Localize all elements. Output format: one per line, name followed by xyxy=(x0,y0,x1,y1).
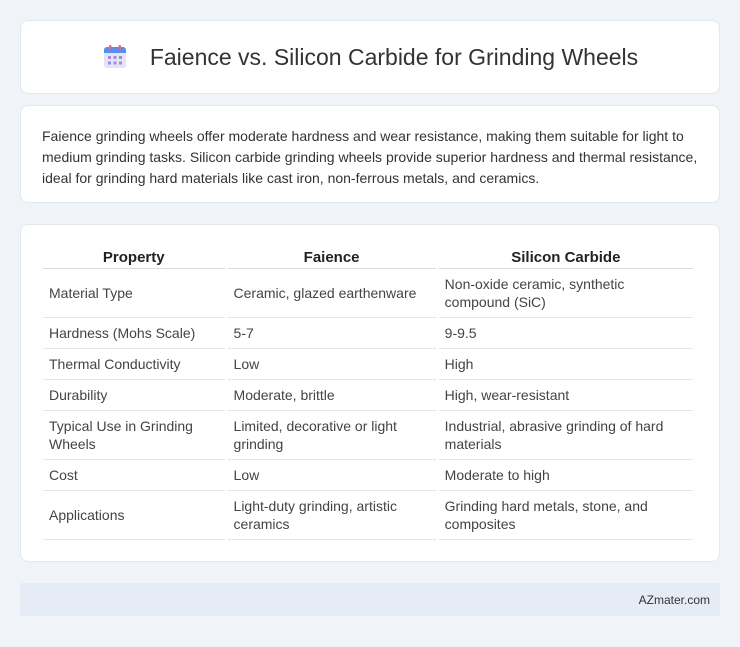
table-cell: Grinding hard metals, stone, and composi… xyxy=(438,491,693,540)
table-cell: Durability xyxy=(43,380,225,411)
header-property: Property xyxy=(43,245,225,269)
table-cell: Material Type xyxy=(43,269,225,318)
page-title: Faience vs. Silicon Carbide for Grinding… xyxy=(149,43,639,70)
table-cell: Applications xyxy=(43,491,225,540)
table-cell: Industrial, abrasive grinding of hard ma… xyxy=(438,411,693,460)
table-row: Thermal Conductivity Low High xyxy=(43,349,693,380)
table-cell: Thermal Conductivity xyxy=(43,349,225,380)
table-cell: Moderate to high xyxy=(438,460,693,491)
table-cell: Hardness (Mohs Scale) xyxy=(43,318,225,349)
table-row: Cost Low Moderate to high xyxy=(43,460,693,491)
table-cell: Ceramic, glazed earthenware xyxy=(227,269,436,318)
comparison-table: Property Faience Silicon Carbide Materia… xyxy=(40,245,696,540)
footer-site-label: AZmater.com xyxy=(638,592,710,607)
table-row: Hardness (Mohs Scale) 5-7 9-9.5 xyxy=(43,318,693,349)
table-header-row: Property Faience Silicon Carbide xyxy=(43,245,693,269)
summary-text: Faience grinding wheels offer moderate h… xyxy=(42,128,698,186)
header-silicon-carbide: Silicon Carbide xyxy=(438,245,693,269)
table-row: Applications Light-duty grinding, artist… xyxy=(43,491,693,540)
table-row: Material Type Ceramic, glazed earthenwar… xyxy=(43,269,693,318)
table-row: Durability Moderate, brittle High, wear-… xyxy=(43,380,693,411)
table-cell: Low xyxy=(227,460,436,491)
table-cell: Light-duty grinding, artistic ceramics xyxy=(227,491,436,540)
table-cell: High, wear-resistant xyxy=(438,380,693,411)
summary-card: Faience grinding wheels offer moderate h… xyxy=(20,105,720,203)
title-wrap: Faience vs. Silicon Carbide for Grinding… xyxy=(102,44,638,71)
table-cell: 5-7 xyxy=(227,318,436,349)
table-cell: Non-oxide ceramic, synthetic compound (S… xyxy=(438,269,693,318)
header-faience: Faience xyxy=(227,245,436,269)
table-cell: Typical Use in Grinding Wheels xyxy=(43,411,225,460)
table-card: Property Faience Silicon Carbide Materia… xyxy=(20,224,720,562)
table-cell: Moderate, brittle xyxy=(227,380,436,411)
table-cell: High xyxy=(438,349,693,380)
title-card: Faience vs. Silicon Carbide for Grinding… xyxy=(20,20,720,94)
table-cell: Limited, decorative or light grinding xyxy=(227,411,436,460)
table-cell: 9-9.5 xyxy=(438,318,693,349)
table-row: Typical Use in Grinding Wheels Limited, … xyxy=(43,411,693,460)
table-cell: Low xyxy=(227,349,436,380)
footer: AZmater.com xyxy=(20,583,720,616)
table-cell: Cost xyxy=(43,460,225,491)
calendar-icon xyxy=(102,44,128,70)
